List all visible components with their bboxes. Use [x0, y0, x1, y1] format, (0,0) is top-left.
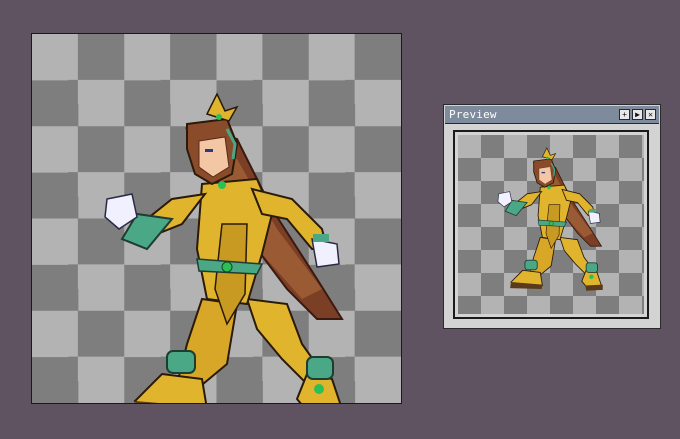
move-icon[interactable]: +	[619, 109, 630, 120]
armored-fighter-sprite-preview	[497, 147, 604, 292]
preview-titlebar[interactable]: Preview + ▶ ✕	[445, 106, 659, 124]
preview-viewport	[453, 130, 649, 319]
armored-fighter-sprite	[103, 92, 347, 403]
preview-window[interactable]: Preview + ▶ ✕	[443, 104, 661, 329]
sprite-canvas[interactable]	[31, 33, 402, 404]
close-icon[interactable]: ✕	[645, 109, 656, 120]
preview-title: Preview	[449, 108, 497, 121]
play-icon[interactable]: ▶	[632, 109, 643, 120]
preview-checkerboard	[458, 135, 644, 314]
